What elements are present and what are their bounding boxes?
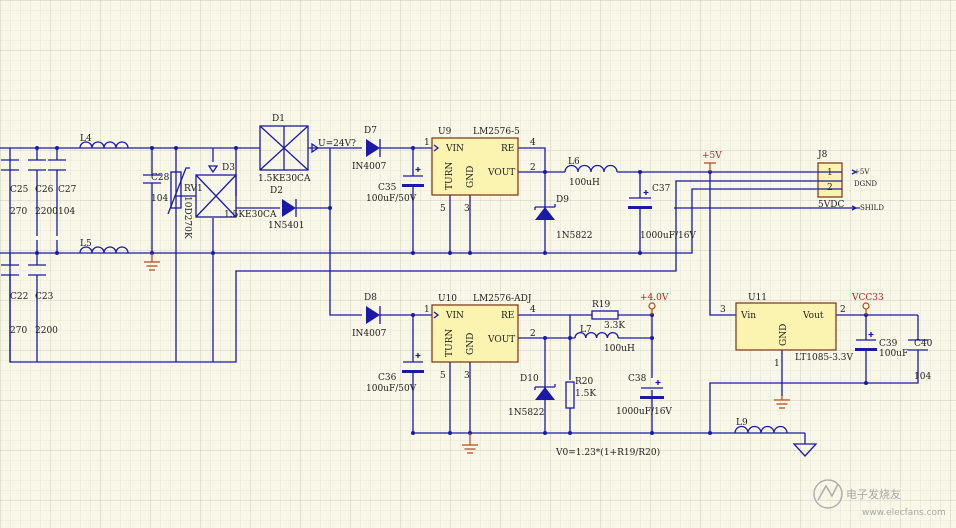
- r20-value: 1.5K: [575, 389, 596, 399]
- c38-value: 1000uF/16V: [616, 407, 672, 417]
- l9-label: L9: [736, 418, 748, 428]
- r19-value: 3.3K: [604, 321, 625, 331]
- c25-value: 270: [10, 207, 27, 217]
- d7-value: IN4007: [352, 162, 387, 172]
- net-4v: +4.0V: [640, 293, 669, 303]
- l7-value: 100uH: [604, 344, 635, 354]
- formula: V0=1.23*(1+R19/R20): [555, 447, 660, 458]
- r19-label: R19: [592, 300, 611, 310]
- u9-n4: 4: [530, 138, 536, 148]
- rv1-value: 10D270K: [182, 196, 192, 239]
- net-u-in: U=24V?: [318, 139, 356, 149]
- u10-n2: 2: [530, 329, 536, 339]
- u9-part: LM2576-5: [473, 127, 520, 137]
- u9-pin-vin: VIN: [445, 144, 464, 154]
- l6-value: 100uH: [569, 178, 600, 188]
- u10-pin-vout: VOUT: [487, 335, 515, 345]
- u10-pin-turn: TURN: [445, 329, 455, 357]
- watermark-url: www.elecfans.com: [862, 508, 946, 518]
- c25-label: C25: [10, 185, 29, 195]
- u11-pin-vin: Vin: [740, 311, 756, 321]
- c28-label: C28: [151, 173, 170, 183]
- d2-label: D2: [270, 186, 283, 196]
- d2-value: 1N5401: [268, 221, 305, 231]
- u11-n2: 2: [840, 305, 846, 315]
- u10-pin-re: RE: [501, 311, 514, 321]
- u11-designator: U11: [748, 293, 767, 303]
- c22-value: 270: [10, 326, 27, 336]
- j8-sig1: +5V: [854, 168, 870, 176]
- c22-label: C22: [10, 292, 28, 302]
- d8-value: IN4007: [352, 329, 387, 339]
- u10-n1: 1: [424, 305, 430, 315]
- c26-value: 2200: [35, 207, 58, 217]
- j8-pin2: 2: [827, 183, 833, 193]
- rv1-label: RV1: [184, 184, 203, 194]
- u11-pin-gnd: GND: [779, 324, 789, 346]
- u9-n1: 1: [424, 138, 430, 148]
- u10-pin-vin: VIN: [445, 311, 464, 321]
- c27-value: 104: [58, 207, 75, 217]
- u10-n4: 4: [530, 305, 536, 315]
- c36-label: C36: [378, 373, 397, 383]
- d9-label: D9: [556, 195, 569, 205]
- l7-label: L7: [580, 325, 592, 335]
- c37-value: 1000uF/16V: [640, 231, 696, 241]
- d7-label: D7: [364, 126, 377, 136]
- u10-part: LM2576-ADJ: [473, 294, 532, 304]
- j8-designator: J8: [817, 150, 828, 160]
- c39-label: C39: [879, 339, 898, 349]
- u9-n3: 3: [464, 204, 470, 214]
- u9-pin-gnd: GND: [466, 166, 476, 188]
- d3-label: D3: [222, 163, 235, 173]
- u9-n5: 5: [440, 204, 446, 214]
- u10-designator: U10: [438, 294, 457, 304]
- d9-value: 1N5822: [556, 231, 593, 241]
- u10-n3: 3: [464, 371, 470, 381]
- u9-designator: U9: [438, 127, 452, 137]
- c40-label: C40: [914, 339, 933, 349]
- c38-label: C38: [628, 374, 647, 384]
- j8-value: 5VDC: [818, 200, 844, 210]
- watermark-text: 电子发烧友: [846, 487, 901, 501]
- d10-label: D10: [520, 374, 539, 384]
- u9-n2: 2: [530, 163, 536, 173]
- l4-label: L4: [80, 134, 92, 144]
- c36-value: 100uF/50V: [366, 384, 417, 394]
- c23-label: C23: [35, 292, 54, 302]
- j8-pin1: 1: [827, 168, 833, 178]
- j8-sig3: SHILD: [860, 204, 884, 212]
- u10-pin-gnd: GND: [466, 333, 476, 355]
- c37-label: C37: [652, 184, 671, 194]
- c27-label: C27: [58, 185, 77, 195]
- u10-n5: 5: [440, 371, 446, 381]
- net-5v: +5V: [702, 151, 722, 161]
- c39-value: 100uF: [879, 349, 908, 359]
- u9-pin-re: RE: [501, 144, 514, 154]
- schematic: C25 270 C26 2200 C27 104 C22 270 C23 220…: [0, 0, 956, 528]
- u9-pin-turn: TURN: [445, 162, 455, 190]
- u11-pin-vout: Vout: [802, 311, 824, 321]
- d10-value: 1N5822: [508, 408, 545, 418]
- c35-value: 100uF/50V: [366, 194, 417, 204]
- c26-label: C26: [35, 185, 54, 195]
- l5-label: L5: [80, 239, 92, 249]
- c23-value: 2200: [35, 326, 58, 336]
- u9-pin-vout: VOUT: [487, 168, 515, 178]
- d8-label: D8: [364, 293, 377, 303]
- c35-label: C35: [378, 183, 397, 193]
- d1-label: D1: [272, 114, 285, 124]
- d1-value: 1.5KE30CA: [258, 174, 311, 184]
- r20-label: R20: [575, 377, 594, 387]
- u11-n3: 3: [720, 305, 726, 315]
- net-vcc33: VCC33: [851, 293, 884, 303]
- d3-value: 1.5KE30CA: [224, 210, 277, 220]
- u11-n1: 1: [774, 359, 780, 369]
- c28-value: 104: [151, 194, 168, 204]
- u11-part: LT1085-3.3V: [795, 353, 854, 363]
- c40-value: 104: [914, 372, 931, 382]
- l6-label: L6: [568, 157, 580, 167]
- j8-sig2: DGND: [854, 180, 877, 188]
